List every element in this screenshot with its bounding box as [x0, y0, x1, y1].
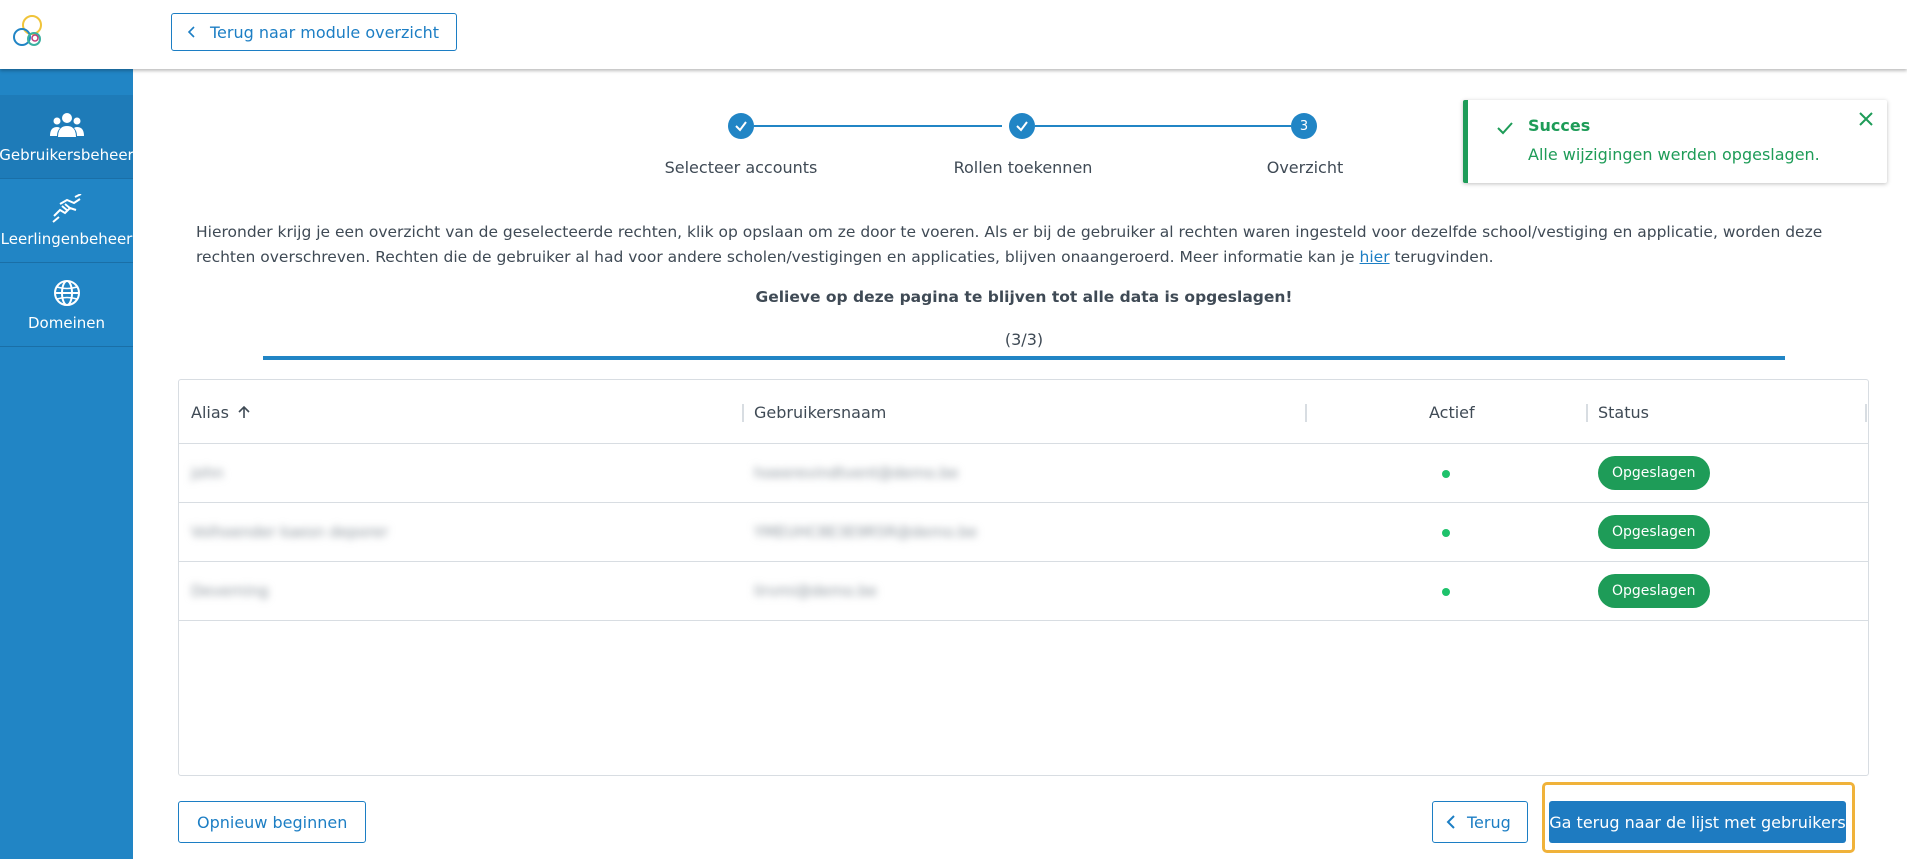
- handshake-icon: [51, 193, 81, 223]
- username-cell: hoeerevindtvent@demo.be: [754, 464, 959, 482]
- column-header-label: Gebruikersnaam: [754, 402, 887, 422]
- chevron-left-icon: [1446, 815, 1455, 829]
- progress-bar: [263, 356, 1785, 360]
- toast-message: Alle wijzigingen werden opgeslagen.: [1528, 145, 1820, 164]
- back-button[interactable]: Terug: [1432, 801, 1528, 843]
- chevron-left-icon: [187, 26, 195, 38]
- column-header-alias[interactable]: Alias: [191, 380, 251, 444]
- check-icon: [1497, 122, 1513, 135]
- column-resize-handle[interactable]: [742, 404, 744, 422]
- table-header: Alias Gebruikersnaam Actief Status: [179, 380, 1868, 444]
- stepper-connector: [1035, 125, 1291, 127]
- alias-cell: Deverning: [191, 582, 269, 600]
- progress-label: (3/3): [1004, 330, 1044, 349]
- column-header-username[interactable]: Gebruikersnaam: [754, 380, 886, 444]
- more-info-link[interactable]: hier: [1360, 248, 1390, 266]
- table-row[interactable]: Volhoender kaesn deporer YMEUHC8E3E9R5R@…: [179, 503, 1868, 562]
- status-badge: Opgeslagen: [1598, 574, 1710, 608]
- column-resize-handle[interactable]: [1865, 404, 1867, 422]
- column-resize-handle[interactable]: [1305, 404, 1307, 422]
- step-2-complete-indicator: [1009, 113, 1035, 139]
- step-number: 3: [1299, 118, 1309, 134]
- users-icon: [49, 112, 84, 137]
- success-toast: Succes Alle wijzigingen werden opgeslage…: [1463, 100, 1887, 183]
- close-icon[interactable]: [1857, 110, 1875, 128]
- username-cell: YMEUHC8E3E9R5R@demo.be: [754, 523, 978, 541]
- sidebar-item-leerlingenbeheer[interactable]: Leerlingenbeheer: [0, 179, 133, 263]
- restart-button-label: Opnieuw beginnen: [197, 812, 348, 832]
- overview-table: Alias Gebruikersnaam Actief Status john …: [178, 379, 1869, 776]
- active-indicator: [1442, 588, 1450, 596]
- toast-title: Succes: [1528, 116, 1591, 135]
- username-cell: lirvmi@demo.be: [754, 582, 877, 600]
- column-header-status[interactable]: Status: [1598, 380, 1649, 444]
- column-resize-handle[interactable]: [1586, 404, 1588, 422]
- intro-text: Hieronder krijg je een overzicht van de …: [196, 220, 1856, 270]
- sidebar-item-label: Domeinen: [28, 313, 105, 332]
- top-bar: Terug naar module overzicht: [0, 0, 1907, 69]
- column-header-label: Alias: [191, 402, 229, 422]
- step-1-complete-indicator: [728, 113, 754, 139]
- back-to-user-list-button[interactable]: Ga terug naar de lijst met gebruikers: [1549, 801, 1846, 843]
- step-label-select-accounts: Selecteer accounts: [664, 158, 818, 177]
- sidebar-item-gebruikersbeheer[interactable]: Gebruikersbeheer: [0, 95, 134, 179]
- app-logo-icon[interactable]: [9, 12, 49, 52]
- back-to-modules-button[interactable]: Terug naar module overzicht: [171, 13, 458, 51]
- active-indicator: [1442, 529, 1450, 537]
- back-to-modules-label: Terug naar module overzicht: [210, 22, 440, 42]
- table-row[interactable]: john hoeerevindtvent@demo.be Opgeslagen: [179, 444, 1868, 503]
- sidebar-item-label: Gebruikersbeheer: [0, 145, 134, 164]
- back-to-user-list-label: Ga terug naar de lijst met gebruikers: [1549, 812, 1846, 832]
- restart-button[interactable]: Opnieuw beginnen: [178, 801, 367, 843]
- step-label-assign-roles: Rollen toekennen: [953, 158, 1093, 177]
- column-header-active[interactable]: Actief: [1429, 380, 1475, 444]
- back-button-label: Terug: [1467, 812, 1511, 832]
- alias-cell: Volhoender kaesn deporer: [191, 523, 389, 541]
- active-indicator: [1442, 470, 1450, 478]
- table-row[interactable]: Deverning lirvmi@demo.be Opgeslagen: [179, 562, 1868, 621]
- check-icon: [735, 121, 747, 132]
- column-header-label: Actief: [1429, 402, 1475, 422]
- intro-text-part1: Hieronder krijg je een overzicht van de …: [196, 223, 1823, 266]
- sidebar: Gebruikersbeheer Leerlingenbeheer Domein…: [0, 69, 134, 859]
- check-icon: [1016, 121, 1028, 132]
- intro-text-part2: terugvinden.: [1389, 248, 1494, 266]
- stepper-connector: [754, 125, 1002, 127]
- step-label-overview: Overzicht: [1266, 158, 1344, 177]
- arrow-up-icon: [238, 405, 250, 418]
- status-badge: Opgeslagen: [1598, 515, 1710, 549]
- alias-cell: john: [191, 464, 224, 482]
- status-badge: Opgeslagen: [1598, 456, 1710, 490]
- sidebar-item-label: Leerlingenbeheer: [0, 229, 133, 248]
- stay-on-page-warning: Gelieve op deze pagina te blijven tot al…: [755, 288, 1293, 306]
- step-3-current-indicator: 3: [1291, 113, 1317, 139]
- column-header-label: Status: [1598, 402, 1649, 422]
